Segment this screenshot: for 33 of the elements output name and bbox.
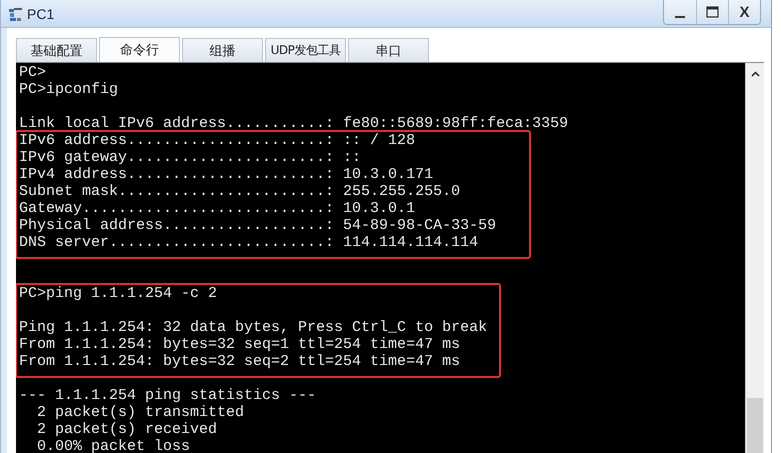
window-title: PC1 bbox=[27, 6, 54, 22]
terminal-line: PC> bbox=[19, 64, 48, 81]
maximize-button[interactable] bbox=[696, 0, 728, 24]
minimize-button[interactable] bbox=[664, 0, 696, 24]
terminal-line: 2 packet(s) transmitted bbox=[36, 404, 246, 421]
tab[interactable]: 串口 bbox=[348, 38, 429, 62]
terminal-line: DNS server........................: 114.114.114.114 bbox=[19, 234, 480, 251]
terminal-line: 0.00% packet loss bbox=[36, 438, 192, 453]
scrollbar-thumb[interactable] bbox=[747, 398, 763, 453]
terminal-line: IPv4 address......................: 10.3.0.171 bbox=[19, 166, 434, 183]
tab[interactable]: 命令行 bbox=[99, 37, 180, 62]
tab[interactable]: 基础配置 bbox=[16, 38, 97, 62]
tab[interactable]: UDP发包工具 bbox=[265, 38, 346, 62]
terminal-line: IPv6 address......................: :: / 128 bbox=[19, 132, 416, 149]
terminal-line: --- 1.1.1.254 ping statistics --- bbox=[19, 387, 316, 404]
terminal-line: Gateway...........................: 10.3.0.1 bbox=[19, 200, 416, 217]
scroll-up-icon[interactable] bbox=[750, 71, 760, 77]
maximize-icon bbox=[706, 6, 719, 18]
terminal-line: From 1.1.1.254: bytes=32 seq=2 ttl=254 time=47 ms bbox=[19, 353, 462, 370]
tab[interactable]: 组播 bbox=[182, 38, 263, 62]
terminal-line: From 1.1.1.254: bytes=32 seq=1 ttl=254 time=47 ms bbox=[19, 336, 462, 353]
terminal-line: Physical address..................: 54-89-98-CA-33-59 bbox=[19, 217, 496, 234]
terminal-line: PC>ipconfig bbox=[19, 81, 120, 98]
close-button[interactable]: X bbox=[728, 0, 760, 24]
terminal-line: 2 packet(s) received bbox=[36, 421, 218, 438]
terminal-line: IPv6 gateway......................: :: bbox=[19, 149, 362, 166]
app-icon bbox=[8, 6, 24, 22]
terminal-line: Link local IPv6 address...........: fe80::5689:98ff:feca:3359 bbox=[19, 115, 568, 132]
minimize-icon bbox=[675, 16, 685, 18]
terminal-line: Subnet mask.......................: 255.255.255.0 bbox=[19, 183, 462, 200]
terminal-line: PC>ping 1.1.1.254 -c 2 bbox=[19, 285, 218, 302]
scrollbar[interactable] bbox=[745, 63, 764, 453]
terminal-line: Ping 1.1.1.254: 32 data bytes, Press Ctrl_C to break bbox=[19, 319, 488, 336]
